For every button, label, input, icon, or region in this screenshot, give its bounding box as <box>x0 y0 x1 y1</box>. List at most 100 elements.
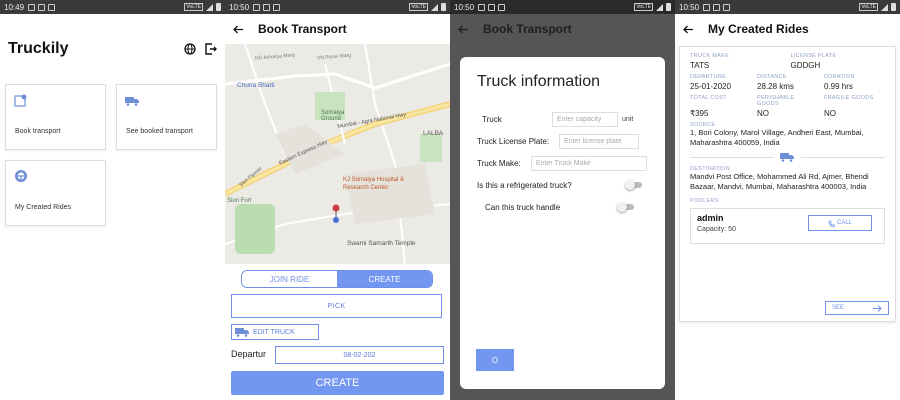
capacity-input[interactable]: Enter capacity <box>552 111 618 127</box>
tile-label: My Created Rides <box>15 204 72 211</box>
my-created-rides-tile[interactable]: My Created Rides <box>5 160 106 226</box>
goods-info-grid: TOTAL COST PERISHABLE GOODS FRAGILE GOOD… <box>690 95 885 118</box>
book-transport-tile[interactable]: Book transport <box>5 84 106 150</box>
map-label: Swami Samarth Temple <box>347 240 416 247</box>
license-plate-label: LICENSE PLATE <box>790 53 837 59</box>
plate-row: Truck License Plate: Enter license plate <box>477 133 648 149</box>
tab-join-ride[interactable]: JOIN RIDE <box>242 271 337 287</box>
book-transport-screen: 10:50 VoLTE Book Transport Chuna Bhatti … <box>225 0 450 400</box>
status-time: 10:50 <box>454 2 475 12</box>
home-app-bar: Truckily <box>0 14 225 70</box>
capacity-row: Truck Enter capacity unit <box>477 111 648 127</box>
make-label: Truck Make: <box>477 158 521 168</box>
refrigerated-row: Is this a refrigerated truck? <box>477 177 648 193</box>
total-cost-value: ₹395 <box>690 109 709 118</box>
home-screen: 10:49 VoLTE Truckily Book transport See … <box>0 0 225 400</box>
source-value: 1, Bori Colony, Marol Village, Andheri E… <box>690 128 864 147</box>
ok-button[interactable]: O <box>476 349 514 371</box>
tile-label: See booked transport <box>126 128 193 135</box>
back-arrow-icon <box>458 25 469 34</box>
truck-info-grid: TRUCK MAKE LICENSE PLATE TATS GDDGH <box>690 53 885 70</box>
truck-info-dialog: Truck information Truck Enter capacity u… <box>460 57 665 389</box>
truck-icon <box>125 96 140 106</box>
perishable-label: PERISHABLE GOODS <box>757 95 795 107</box>
status-bar: 10:50 VoLTE <box>675 0 900 14</box>
handle-row: Can this truck handle <box>477 199 648 215</box>
refrigerated-label: Is this a refrigerated truck? <box>477 180 572 190</box>
fragile-value: NO <box>824 109 836 118</box>
total-cost-label: TOTAL COST <box>690 95 727 101</box>
truck-make-label: TRUCK MAKE <box>690 53 730 59</box>
map-view[interactable]: Chuna Bhatti Somaiya Ground Mumbai - Agr… <box>225 44 450 264</box>
map-label: Sion Fort <box>227 198 252 204</box>
see-booked-transport-tile[interactable]: See booked transport <box>116 84 217 150</box>
license-plate-input[interactable]: Enter license plate <box>559 133 639 149</box>
see-button[interactable]: SEE <box>825 301 889 315</box>
edit-truck-button[interactable]: EDIT TRUCK <box>231 324 319 340</box>
pooler-item: admin Capacity: 50 CALL <box>690 208 885 244</box>
tile-label: Book transport <box>15 128 61 135</box>
duration-value: 0.99 hrs <box>824 82 853 91</box>
status-time: 10:50 <box>679 2 700 12</box>
distance-label: DISTANCE <box>757 74 787 80</box>
truck-make-input[interactable]: Enter Truck Make <box>531 155 647 171</box>
book-app-bar: Book Transport <box>450 14 675 44</box>
pick-button[interactable]: PICK <box>231 294 442 318</box>
perishable-value: NO <box>757 109 769 118</box>
departure-input[interactable]: 08-02-202 <box>275 346 444 364</box>
destination-value: Mandvi Post Office, Mohammed Ali Rd, Ajm… <box>690 172 869 191</box>
logout-icon[interactable] <box>204 43 217 55</box>
truck-info-screen: 10:50 VoLTE Book Transport Truck informa… <box>450 0 675 400</box>
see-label: SEE <box>832 305 845 311</box>
map-label: KJ Somaiya Hospital & Research Center <box>343 177 405 191</box>
handle-label: Can this truck handle <box>485 202 561 212</box>
dialog-title: Truck information <box>477 73 600 90</box>
status-time: 10:49 <box>4 2 25 12</box>
license-plate-value: GDDGH <box>790 61 821 70</box>
arrow-right-icon <box>873 304 882 312</box>
call-button[interactable]: CALL <box>808 215 872 231</box>
my-created-rides-screen: 10:50 VoLTE My Created Rides TRUCK MAKE … <box>675 0 900 400</box>
plate-label: Truck License Plate: <box>477 136 550 146</box>
truck-icon <box>780 152 795 162</box>
app-title: Truckily <box>8 40 69 57</box>
truck-icon <box>235 327 250 337</box>
make-row: Truck Make: Enter Truck Make <box>477 155 648 171</box>
book-app-bar: Book Transport <box>225 14 450 44</box>
back-arrow-icon[interactable] <box>233 25 244 34</box>
status-bar: 10:50 VoLTE <box>450 0 675 14</box>
ride-card: TRUCK MAKE LICENSE PLATE TATS GDDGH DEPA… <box>679 46 896 322</box>
map-pin-icon <box>14 93 28 107</box>
capacity-label: Truck <box>482 114 502 124</box>
departure-label: Departur <box>231 349 267 359</box>
call-label: CALL <box>836 220 852 226</box>
map-label: Chuna Bhatti <box>237 82 275 89</box>
back-arrow-icon[interactable] <box>683 25 694 34</box>
refrigerated-toggle[interactable] <box>625 180 642 190</box>
page-title: Book Transport <box>483 22 572 36</box>
trip-info-grid: DEPARTURE DISTANCE DURATION 25-01-2020 2… <box>690 74 885 91</box>
map-marker-icon[interactable] <box>331 204 341 224</box>
globe-icon[interactable] <box>184 43 196 55</box>
ride-mode-toggle: JOIN RIDE CREATE <box>241 270 433 288</box>
distance-value: 28.28 kms <box>757 82 794 91</box>
create-button[interactable]: CREATE <box>231 371 444 395</box>
map-label: LALBA <box>423 130 444 137</box>
duration-label: DURATION <box>824 74 855 80</box>
fragile-label: FRAGILE GOODS <box>824 95 874 101</box>
page-title: My Created Rides <box>708 22 809 36</box>
rides-app-bar: My Created Rides <box>675 14 900 44</box>
steering-wheel-icon <box>14 169 28 183</box>
departure-value: 25-01-2020 <box>690 82 731 91</box>
status-bar: 10:49 VoLTE <box>0 0 225 14</box>
tab-create[interactable]: CREATE <box>337 271 432 287</box>
departure-label: DEPARTURE <box>690 74 727 80</box>
capacity-unit: unit <box>622 115 634 123</box>
handle-toggle[interactable] <box>617 202 634 212</box>
status-bar: 10:50 VoLTE <box>225 0 450 14</box>
edit-truck-label: EDIT TRUCK <box>253 328 295 336</box>
page-title: Book Transport <box>258 22 347 36</box>
truck-make-value: TATS <box>690 61 710 70</box>
poolers-label: POOLERS <box>690 198 719 204</box>
phone-icon <box>828 220 835 227</box>
